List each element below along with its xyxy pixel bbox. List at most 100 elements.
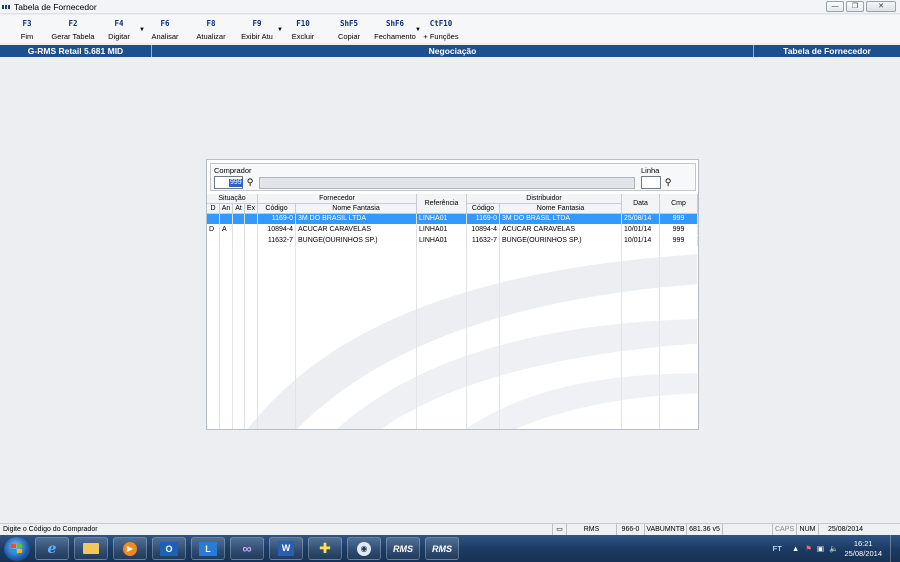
internet-explorer-icon[interactable]: e [35, 537, 69, 560]
screen-name: Tabela de Fornecedor [783, 46, 871, 56]
window-title: Tabela de Fornecedor [14, 1, 97, 12]
network-icon[interactable]: ▣ [817, 544, 824, 553]
cell-data: 10/01/14 [622, 225, 660, 235]
status-caps: CAPS [772, 524, 796, 535]
ie-alt-icon[interactable]: ◉ [347, 537, 381, 560]
status-store: 966-0 [616, 524, 644, 535]
rms-app-button[interactable]: RMS [386, 537, 420, 560]
cell-an [220, 236, 233, 246]
ex-header: Ex [245, 204, 258, 214]
comprador-value: 999 [229, 179, 243, 187]
toolbar-copiar[interactable]: ShF5 Copiar [326, 15, 372, 43]
toolbar-digitar[interactable]: F4 Digitar ▼ [96, 15, 145, 43]
file-explorer-icon[interactable] [74, 537, 108, 560]
cell-referencia: LINHA01 [417, 214, 467, 224]
status-message: Digite o Código do Comprador [3, 526, 98, 533]
minimize-button[interactable]: — [826, 1, 844, 12]
an-header: An [220, 204, 233, 214]
system-tray: FT ▲ ⚑ ▣ 🔈 16:21 25/08/2014 [773, 535, 900, 562]
comprador-input[interactable]: 999 [214, 176, 243, 189]
title-bar: Tabela de Fornecedor — ❐ ✕ [0, 0, 900, 14]
cell-d [207, 236, 220, 246]
toolbar-label: Fim [20, 32, 34, 41]
toolbar-label: Analisar [151, 32, 179, 41]
cell-at [233, 225, 245, 235]
toolbar-label: Fechamento [374, 32, 416, 41]
grid-body: 1169-0 3M DO BRASIL LTDA LINHA01 1169-0 … [207, 214, 698, 429]
maximize-button[interactable]: ❐ [846, 1, 864, 12]
comprador-label: Comprador [214, 166, 252, 175]
table-row[interactable]: D A 10894-4 ACUCAR CARAVELAS LINHA01 108… [207, 225, 698, 235]
media-player-icon[interactable]: ▶ [113, 537, 147, 560]
supplier-table-panel: Comprador 999 ⚲ Linha ⚲ Situação Fornece… [206, 159, 699, 430]
show-desktop-button[interactable] [890, 535, 900, 562]
action-center-icon[interactable]: ⚑ [805, 544, 812, 553]
toolbar-exibir-atu[interactable]: F9 Exibir Atu ▼ [234, 15, 283, 43]
toolbar-label: Gerar Tabela [51, 32, 95, 41]
table-row[interactable]: 11632-7 BUNGE(OURINHOS SP.) LINHA01 1163… [207, 236, 698, 246]
status-date: 25/08/2014 [818, 524, 872, 535]
toolbar-label: Exibir Atu [241, 32, 273, 41]
app-version: G-RMS Retail 5.681 MID [0, 45, 152, 57]
cell-dist-codigo: 10894-4 [467, 225, 500, 235]
outlook-icon[interactable]: O [152, 537, 186, 560]
cell-at [233, 214, 245, 224]
nome-fantasia-header: Nome Fantasia [296, 204, 417, 214]
cell-codigo: 10894-4 [258, 225, 296, 235]
status-bar: Digite o Código do Comprador ▭ RMS 966-0… [0, 523, 900, 535]
toolbar-excluir[interactable]: F10 Excluir [280, 15, 326, 43]
volume-icon[interactable]: 🔈 [829, 544, 838, 553]
calculator-app-icon[interactable]: ✚ [308, 537, 342, 560]
toolbar-fim[interactable]: F3 Fim [4, 15, 50, 43]
binoculars-search-icon[interactable]: ⚲ [244, 176, 256, 188]
cell-dist-codigo: 1169-0 [467, 214, 500, 224]
rms-app-button-2[interactable]: RMS [425, 537, 459, 560]
toolbar-fechamento[interactable]: ShF6 Fechamento ▼ [372, 15, 421, 43]
cell-an: A [220, 225, 233, 235]
group-header-row: Situação Fornecedor Referência Distribui… [207, 194, 698, 214]
toolbar-atualizar[interactable]: F8 Atualizar [188, 15, 234, 43]
cell-dist-nome: BUNGE(OURINHOS SP.) [500, 236, 622, 246]
function-key-toolbar: F3 Fim F2 Gerar Tabela F4 Digitar ▼ F6 Analis… [0, 15, 900, 43]
tray-clock[interactable]: 16:21 25/08/2014 [844, 539, 882, 559]
tray-expand-icon[interactable]: ▲ [792, 544, 799, 553]
toolbar-label: + Funções [423, 32, 459, 41]
cell-d [207, 214, 220, 224]
toolbar-gerar-tabela[interactable]: F2 Gerar Tabela [50, 15, 96, 43]
status-num: NUM [796, 524, 818, 535]
toolbar-mais-funcoes[interactable]: CtF10 + Funções [418, 15, 464, 43]
toolbar-label: Digitar [108, 32, 130, 41]
cell-data: 25/08/14 [622, 214, 660, 224]
close-button[interactable]: ✕ [866, 1, 896, 12]
start-button[interactable] [4, 536, 30, 561]
cell-nome: BUNGE(OURINHOS SP.) [296, 236, 417, 246]
fornecedor-header: Fornecedor [258, 194, 417, 204]
fkey-label: F4 [114, 19, 124, 28]
toolbar-label: Copiar [337, 32, 361, 41]
status-user: VABUMNTB [644, 524, 686, 535]
cell-at [233, 236, 245, 246]
comprador-description-field [259, 177, 635, 189]
windows-taskbar: e ▶ O L ∞ W ✚ ◉ RMS RMS FT ▲ ⚑ ▣ 🔈 16:21… [0, 535, 900, 562]
fkey-label: F9 [252, 19, 262, 28]
cell-an [220, 214, 233, 224]
lync-icon[interactable]: L [191, 537, 225, 560]
language-indicator[interactable]: FT [773, 544, 782, 553]
codigo-header: Código [258, 204, 296, 214]
cell-ex [245, 225, 258, 235]
cell-dist-nome: 3M DO BRASIL LTDA [500, 214, 622, 224]
fkey-label: ShF6 [385, 19, 405, 28]
fkey-label: F6 [160, 19, 170, 28]
word-icon[interactable]: W [269, 537, 303, 560]
situacao-header: Situação [207, 194, 258, 204]
cell-nome: 3M DO BRASIL LTDA [296, 214, 417, 224]
cell-cmp: 999 [660, 214, 698, 224]
table-row[interactable]: 1169-0 3M DO BRASIL LTDA LINHA01 1169-0 … [207, 214, 698, 224]
clipboard-icon: ▭ [552, 524, 566, 535]
toolbar-analisar[interactable]: F6 Analisar [142, 15, 188, 43]
binoculars-search-icon[interactable]: ⚲ [662, 176, 674, 188]
cell-codigo: 1169-0 [258, 214, 296, 224]
linha-input[interactable] [641, 176, 661, 189]
linha-label: Linha [641, 166, 660, 175]
infinity-app-icon[interactable]: ∞ [230, 537, 264, 560]
